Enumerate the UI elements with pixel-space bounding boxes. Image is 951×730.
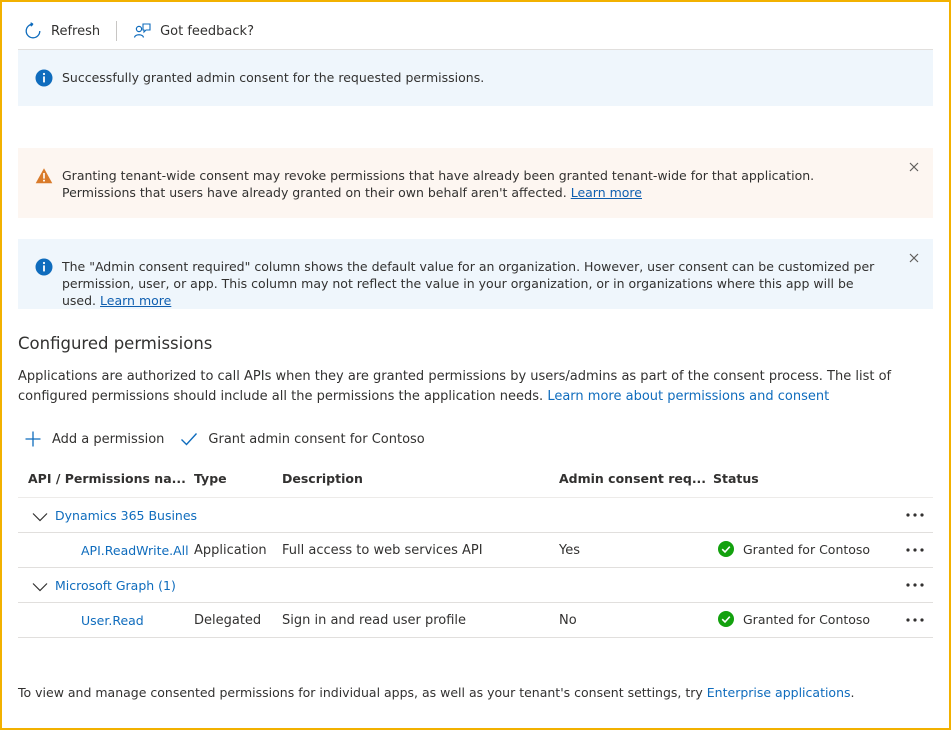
- footer-end: .: [850, 685, 855, 700]
- permission-type: Application: [194, 543, 267, 558]
- status-text: Granted for Contoso: [743, 611, 871, 627]
- section-title: Configured permissions: [18, 334, 213, 353]
- permissions-panel: Refresh Got feedback? Successfully grant…: [0, 0, 951, 730]
- warning-icon: [35, 167, 53, 185]
- more-options-icon[interactable]: [903, 541, 927, 559]
- toolbar-divider: [116, 21, 118, 41]
- permission-name-api-readwrite[interactable]: API.ReadWrite.All: [81, 543, 189, 558]
- close-icon[interactable]: [907, 251, 921, 265]
- permission-name-user-read[interactable]: User.Read: [81, 613, 144, 628]
- info-text: The "Admin consent required" column show…: [62, 259, 875, 308]
- info-banner-text: The "Admin consent required" column show…: [62, 258, 933, 309]
- admin-consent-value: No: [559, 613, 577, 628]
- plus-icon: [24, 430, 42, 448]
- success-banner: Successfully granted admin consent for t…: [18, 50, 933, 106]
- success-banner-text: Successfully granted admin consent for t…: [62, 70, 485, 85]
- warning-banner-text: Granting tenant-wide consent may revoke …: [62, 167, 933, 201]
- command-bar: Refresh Got feedback?: [18, 16, 260, 46]
- refresh-label: Refresh: [51, 23, 101, 39]
- column-header-type[interactable]: Type: [194, 471, 227, 486]
- permission-description: Full access to web services API: [282, 543, 483, 558]
- column-header-api[interactable]: API / Permissions na...: [28, 471, 186, 486]
- more-options-icon[interactable]: [903, 506, 927, 524]
- warning-banner: Granting tenant-wide consent may revoke …: [18, 148, 933, 218]
- group-name-dynamics[interactable]: Dynamics 365 Busines: [55, 508, 197, 523]
- info-learn-more-link[interactable]: Learn more: [100, 293, 171, 308]
- chevron-down-icon[interactable]: [32, 579, 48, 595]
- more-options-icon[interactable]: [903, 576, 927, 594]
- footer-text: To view and manage consented permissions…: [18, 685, 703, 700]
- feedback-button[interactable]: Got feedback?: [127, 16, 260, 46]
- info-icon: [35, 258, 53, 276]
- group-row-microsoft-graph: Microsoft Graph (1): [18, 568, 933, 603]
- info-icon: [35, 69, 53, 87]
- permission-type: Delegated: [194, 613, 262, 628]
- table-row: User.Read Delegated Sign in and read use…: [18, 603, 933, 638]
- feedback-label: Got feedback?: [160, 23, 254, 39]
- table-row: API.ReadWrite.All Application Full acces…: [18, 533, 933, 568]
- admin-consent-value: Yes: [559, 543, 580, 558]
- check-circle-icon: [718, 541, 734, 557]
- info-banner: The "Admin consent required" column show…: [18, 239, 933, 309]
- table-header: API / Permissions na... Type Description…: [18, 462, 933, 498]
- add-permission-label: Add a permission: [52, 431, 165, 447]
- status-text: Granted for Contoso: [743, 541, 871, 557]
- close-icon[interactable]: [907, 160, 921, 174]
- checkmark-icon: [180, 430, 198, 448]
- check-circle-icon: [718, 611, 734, 627]
- add-permission-button[interactable]: Add a permission: [24, 430, 164, 448]
- permissions-table: API / Permissions na... Type Description…: [18, 462, 933, 638]
- grant-admin-consent-label: Grant admin consent for Contoso: [208, 431, 425, 447]
- refresh-button[interactable]: Refresh: [18, 16, 106, 46]
- column-header-admin-consent[interactable]: Admin consent req...: [559, 471, 706, 486]
- grant-admin-consent-button[interactable]: Grant admin consent for Contoso: [180, 430, 425, 448]
- enterprise-applications-link[interactable]: Enterprise applications: [707, 685, 851, 700]
- refresh-icon: [24, 22, 42, 40]
- warning-text: Granting tenant-wide consent may revoke …: [62, 168, 815, 200]
- warning-learn-more-link[interactable]: Learn more: [571, 185, 642, 200]
- status-badge: Granted for Contoso: [718, 611, 870, 627]
- permissions-learn-more-link[interactable]: Learn more about permissions and consent: [547, 389, 829, 404]
- section-description: Applications are authorized to call APIs…: [18, 367, 938, 406]
- permission-description: Sign in and read user profile: [282, 613, 467, 628]
- status-badge: Granted for Contoso: [718, 541, 870, 557]
- column-header-description[interactable]: Description: [282, 471, 363, 486]
- permissions-actions: Add a permission Grant admin consent for…: [24, 430, 441, 448]
- group-row-dynamics: Dynamics 365 Busines: [18, 498, 933, 533]
- chevron-down-icon[interactable]: [32, 509, 48, 525]
- feedback-icon: [133, 22, 151, 40]
- column-header-status[interactable]: Status: [713, 471, 759, 486]
- footer-note: To view and manage consented permissions…: [18, 685, 855, 700]
- more-options-icon[interactable]: [903, 611, 927, 629]
- group-name-microsoft-graph[interactable]: Microsoft Graph (1): [55, 578, 176, 593]
